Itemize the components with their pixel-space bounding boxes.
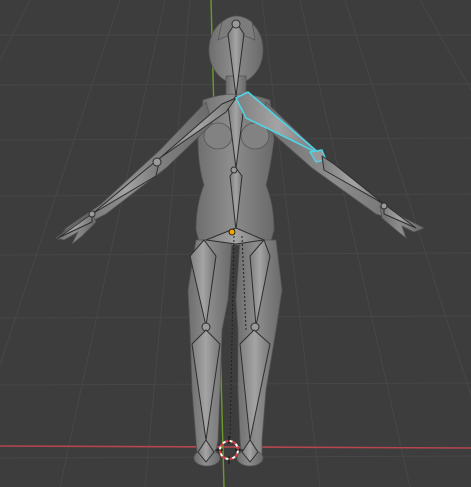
- bone-elbow-right-joint[interactable]: [152, 157, 162, 167]
- bone-wrist-left-joint[interactable]: [380, 202, 388, 210]
- bone-spine-joint[interactable]: [230, 166, 238, 174]
- viewport-canvas[interactable]: [0, 0, 471, 487]
- bone-knee-left-joint[interactable]: [250, 322, 260, 332]
- bone-head-tail-joint[interactable]: [231, 19, 241, 29]
- object-origin-dot[interactable]: [228, 228, 236, 236]
- 3d-viewport[interactable]: [0, 0, 471, 487]
- bone-wrist-right-joint[interactable]: [88, 210, 96, 218]
